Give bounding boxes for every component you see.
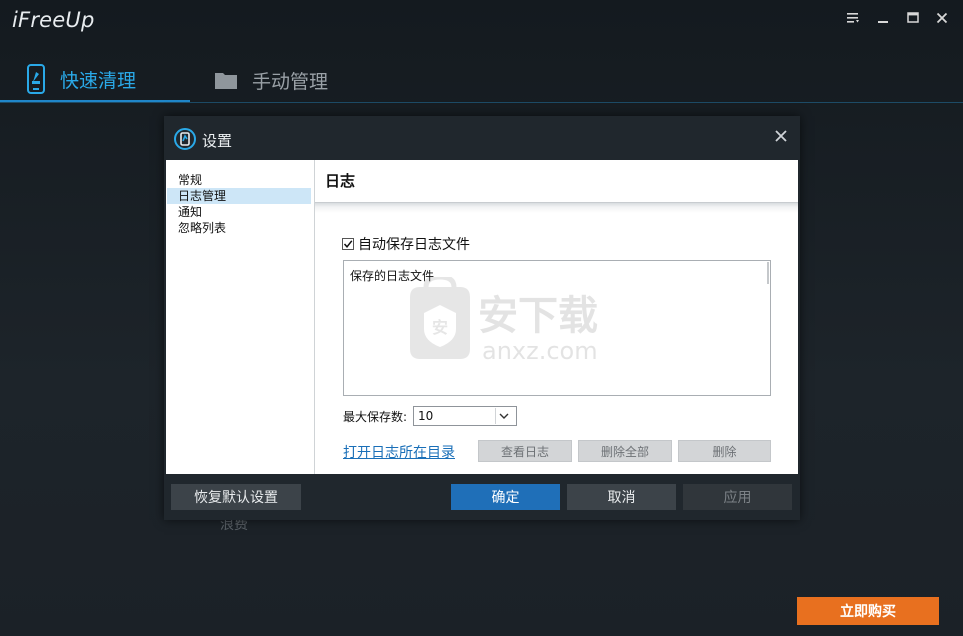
- ok-button[interactable]: 确定: [451, 484, 560, 510]
- restore-defaults-button[interactable]: 恢复默认设置: [171, 484, 301, 510]
- auto-save-checkbox[interactable]: [342, 238, 354, 250]
- panel-title: 日志: [325, 172, 356, 190]
- watermark-url: anxz.com: [482, 337, 598, 361]
- open-log-directory-link[interactable]: 打开日志所在目录: [343, 442, 455, 462]
- max-save-value: 10: [418, 409, 434, 423]
- close-icon[interactable]: [931, 8, 953, 28]
- log-settings-panel: 日志 自动保存日志文件 保存的日志文件 安 安下载 anxz.com 最大保存数…: [315, 160, 798, 474]
- buy-now-button[interactable]: 立即购买: [797, 597, 939, 625]
- apply-button[interactable]: 应用: [683, 484, 792, 510]
- tab-manual-manage[interactable]: 手动管理: [214, 58, 328, 102]
- app-logo-icon: [174, 128, 196, 154]
- maximize-icon[interactable]: [902, 8, 924, 28]
- tab-manual-manage-label: 手动管理: [252, 70, 329, 93]
- dialog-title: 设置: [202, 132, 233, 150]
- auto-save-row: 自动保存日志文件: [342, 234, 470, 254]
- tab-quick-clean[interactable]: 快速清理: [0, 58, 190, 102]
- app-window: iFreeUp 快速清理 手动管理 浪费 立即购买 设置 常规 日志管理 通知 …: [0, 0, 963, 636]
- watermark-cn: 安下载: [478, 293, 598, 339]
- watermark-logo: 安 安下载 anxz.com: [402, 274, 622, 365]
- view-log-button[interactable]: 查看日志: [478, 440, 572, 462]
- main-tabs: 快速清理 手动管理: [0, 58, 963, 104]
- auto-save-label: 自动保存日志文件: [358, 237, 470, 253]
- delete-all-button[interactable]: 删除全部: [578, 440, 672, 462]
- svg-text:安: 安: [432, 318, 448, 337]
- tab-quick-clean-label: 快速清理: [60, 69, 137, 92]
- sidebar-item-general[interactable]: 常规: [167, 172, 311, 188]
- cancel-button[interactable]: 取消: [567, 484, 676, 510]
- max-save-label: 最大保存数:: [343, 409, 408, 424]
- log-list-scrollbar[interactable]: [767, 262, 769, 284]
- chevron-down-icon: [495, 408, 512, 424]
- settings-dialog: 设置 常规 日志管理 通知 忽略列表 日志 自动保存日志文件 保存的日志文件 安…: [164, 116, 800, 520]
- dialog-body: 常规 日志管理 通知 忽略列表 日志 自动保存日志文件 保存的日志文件 安 安下…: [166, 160, 798, 474]
- sidebar-item-log-management[interactable]: 日志管理: [167, 188, 311, 204]
- dialog-footer: 恢复默认设置 确定 取消 应用: [164, 474, 800, 520]
- max-save-row: 最大保存数: 10: [343, 406, 518, 426]
- folder-icon: [214, 70, 238, 90]
- app-title: iFreeUp: [12, 8, 95, 32]
- phone-clean-icon: [26, 64, 46, 94]
- minimize-icon[interactable]: [872, 8, 894, 28]
- dialog-close-icon[interactable]: [774, 128, 788, 147]
- saved-log-files-list[interactable]: 保存的日志文件 安 安下载 anxz.com: [343, 260, 771, 396]
- sidebar-item-ignore-list[interactable]: 忽略列表: [167, 220, 311, 236]
- tabs-divider: [0, 102, 963, 103]
- sidebar-item-notification[interactable]: 通知: [167, 204, 311, 220]
- title-bar: iFreeUp: [0, 0, 963, 40]
- delete-button[interactable]: 删除: [678, 440, 771, 462]
- max-save-select[interactable]: 10: [413, 406, 518, 426]
- panel-separator: [315, 202, 798, 213]
- settings-sidebar: 常规 日志管理 通知 忽略列表: [166, 160, 315, 474]
- menu-icon[interactable]: [842, 8, 864, 28]
- dialog-header: 设置: [164, 116, 800, 160]
